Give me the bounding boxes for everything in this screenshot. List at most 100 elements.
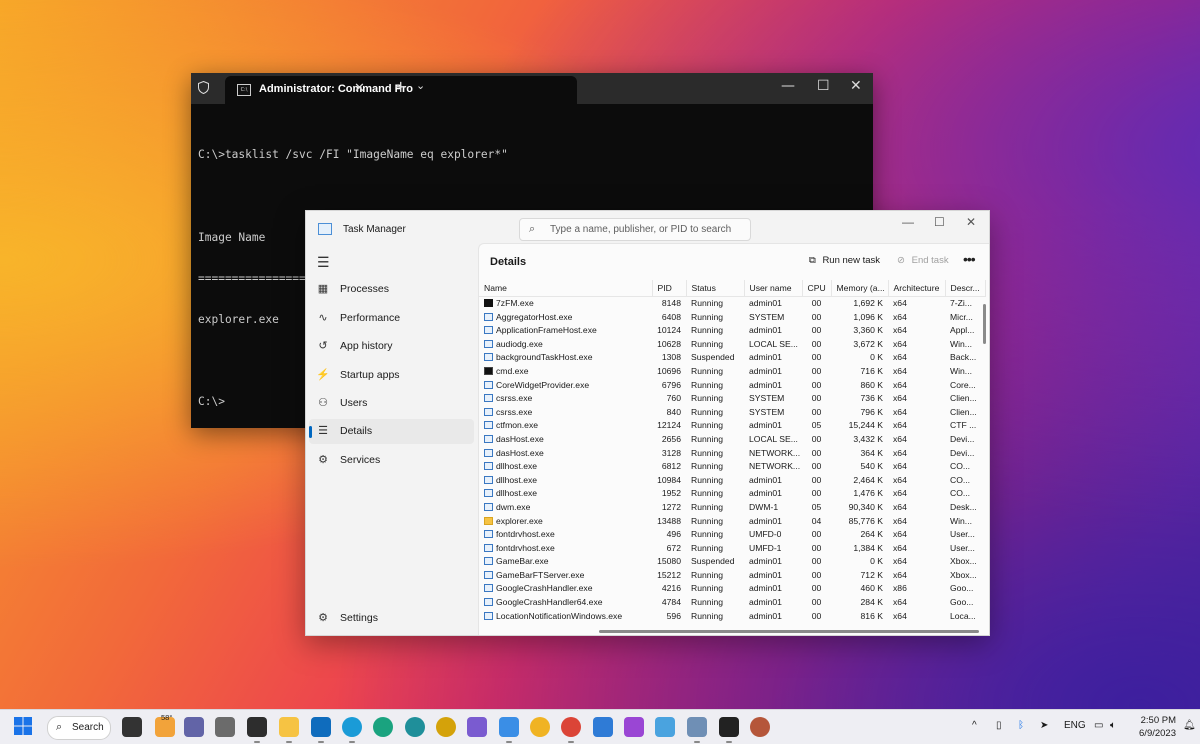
file-explorer-icon[interactable] — [279, 717, 299, 737]
chrome-canary-icon[interactable] — [530, 717, 550, 737]
table-row[interactable]: dasHost.exe2656RunningLOCAL SE...003,432… — [479, 433, 985, 447]
column-header-name[interactable]: ^Name — [479, 280, 652, 297]
location-icon[interactable]: ➤ — [1040, 720, 1048, 731]
maximize-button[interactable]: ☐ — [934, 215, 945, 229]
table-row[interactable]: GameBarFTServer.exe15212Runningadmin0100… — [479, 569, 985, 583]
bluetooth-icon[interactable]: ᛒ — [1018, 720, 1024, 731]
run-new-task-button[interactable]: ⧉ Run new task — [809, 255, 880, 266]
process-icon — [484, 449, 493, 457]
column-header-cpu[interactable]: CPU — [802, 280, 831, 297]
column-header-pid[interactable]: PID — [652, 280, 686, 297]
hamburger-menu-icon[interactable]: ☰ — [317, 254, 330, 271]
nav-startup-apps[interactable]: ⚡ Startup apps — [309, 363, 474, 388]
cell-status: Running — [686, 419, 744, 433]
task-manager-window[interactable]: Task Manager ⌕ — ☐ ✕ ☰ ▦ Processes ∿ Per… — [305, 210, 990, 636]
close-tab-icon[interactable]: ✕ — [354, 81, 365, 96]
minimize-button[interactable]: — — [902, 215, 914, 229]
column-header-status[interactable]: Status — [686, 280, 744, 297]
start-button[interactable] — [14, 717, 34, 737]
table-row[interactable]: ApplicationFrameHost.exe10124Runningadmi… — [479, 324, 985, 338]
search-input[interactable] — [550, 222, 745, 236]
notification-bell-icon[interactable]: 🔔︎ — [1183, 720, 1196, 731]
edge-dev-icon[interactable] — [405, 717, 425, 737]
chrome-icon[interactable] — [561, 717, 581, 737]
table-row[interactable]: AggregatorHost.exe6408RunningSYSTEM001,0… — [479, 311, 985, 325]
table-row[interactable]: LocationNotificationWindows.exe596Runnin… — [479, 610, 985, 624]
control-panel-icon[interactable] — [687, 717, 707, 737]
terminal-titlebar[interactable]: C:\ Administrator: Command Pro ✕ + ⌄ — ☐… — [191, 73, 873, 104]
end-task-button[interactable]: ⊘ End task — [897, 255, 949, 266]
table-row[interactable]: ctfmon.exe12124Runningadmin010515,244 Kx… — [479, 419, 985, 433]
column-header-architecture[interactable]: Architecture — [888, 280, 945, 297]
store-icon[interactable] — [593, 717, 613, 737]
taskbar-search-button[interactable]: ⌕ Search — [47, 716, 111, 740]
cell-user: NETWORK... — [744, 447, 802, 461]
close-button[interactable]: ✕ — [850, 78, 862, 94]
task-view-icon[interactable] — [122, 717, 142, 737]
table-row[interactable]: backgroundTaskHost.exe1308Suspendedadmin… — [479, 351, 985, 365]
table-row[interactable]: csrss.exe840RunningSYSTEM00796 Kx64Clien… — [479, 406, 985, 420]
table-row[interactable]: CoreWidgetProvider.exe6796Runningadmin01… — [479, 379, 985, 393]
edge-icon[interactable] — [342, 717, 362, 737]
maximize-button[interactable]: ☐ — [817, 78, 830, 94]
table-row[interactable]: dllhost.exe6812RunningNETWORK...00540 Kx… — [479, 460, 985, 474]
edge-canary-icon[interactable] — [436, 717, 456, 737]
system-clock[interactable]: 2:50 PM 6/9/2023 — [1136, 714, 1176, 740]
table-row[interactable]: dllhost.exe10984Runningadmin01002,464 Kx… — [479, 474, 985, 488]
table-row[interactable]: dasHost.exe3128RunningNETWORK...00364 Kx… — [479, 447, 985, 461]
table-row[interactable]: GoogleCrashHandler.exe4216Runningadmin01… — [479, 582, 985, 596]
show-hidden-icons-chevron[interactable]: ^ — [972, 720, 977, 731]
clock-app-icon[interactable] — [750, 717, 770, 737]
table-row[interactable]: fontdrvhost.exe496RunningUMFD-000264 Kx6… — [479, 528, 985, 542]
cell-status: Running — [686, 406, 744, 420]
teams-chat-icon[interactable] — [184, 717, 204, 737]
sevenzip-icon[interactable] — [719, 717, 739, 737]
minimize-button[interactable]: — — [781, 78, 795, 94]
nav-users[interactable]: ⚇ Users — [309, 391, 474, 416]
photos-app-icon[interactable] — [655, 717, 675, 737]
snipping-tool-icon[interactable] — [467, 717, 487, 737]
table-row[interactable]: 7zFM.exe8148Runningadmin01001,692 Kx647-… — [479, 297, 985, 311]
more-options-button[interactable]: ••• — [963, 251, 975, 267]
nav-app-history[interactable]: ↺ App history — [309, 334, 474, 359]
language-indicator[interactable]: ENG — [1064, 720, 1086, 731]
nav-services[interactable]: ⚙ Services — [309, 448, 474, 473]
settings-app-icon[interactable] — [215, 717, 235, 737]
cell-pid: 10628 — [652, 338, 686, 352]
vertical-scrollbar[interactable] — [983, 304, 986, 344]
table-row[interactable]: GoogleCrashHandler64.exe4784Runningadmin… — [479, 596, 985, 610]
table-row[interactable]: GameBar.exe15080Suspendedadmin01000 Kx64… — [479, 555, 985, 569]
notepad-icon[interactable] — [499, 717, 519, 737]
nav-processes[interactable]: ▦ Processes — [309, 277, 474, 302]
nav-settings[interactable]: ⚙ Settings — [309, 606, 474, 631]
terminal-app-icon[interactable] — [247, 717, 267, 737]
horizontal-scrollbar[interactable] — [599, 630, 979, 633]
column-header-user-name[interactable]: User name — [744, 280, 802, 297]
network-icon[interactable]: ▭ — [1094, 720, 1103, 731]
cell-desc: Goo... — [945, 582, 985, 596]
nav-performance[interactable]: ∿ Performance — [309, 306, 474, 331]
volume-icon[interactable]: 🔈︎ — [1110, 720, 1116, 731]
tab-dropdown-button[interactable]: ⌄ — [416, 79, 425, 92]
process-icon — [484, 299, 493, 307]
nav-details[interactable]: ☰ Details — [309, 419, 474, 444]
column-header-description[interactable]: Descr... — [945, 280, 985, 297]
table-row[interactable]: dllhost.exe1952Runningadmin01001,476 Kx6… — [479, 487, 985, 501]
cell-pid: 1952 — [652, 487, 686, 501]
outlook-icon[interactable] — [311, 717, 331, 737]
search-box[interactable]: ⌕ — [519, 218, 751, 241]
usb-icon[interactable]: ▯ — [996, 720, 1002, 731]
cell-memory: 0 K — [831, 555, 888, 569]
feather-app-icon[interactable] — [624, 717, 644, 737]
process-details-table[interactable]: ^Name PID Status User name CPU Memory (a… — [479, 280, 986, 623]
column-header-memory[interactable]: Memory (a... — [831, 280, 888, 297]
close-button[interactable]: ✕ — [966, 215, 976, 229]
table-row[interactable]: explorer.exe13488Runningadmin010485,776 … — [479, 515, 985, 529]
new-tab-button[interactable]: + — [394, 77, 407, 96]
table-row[interactable]: csrss.exe760RunningSYSTEM00736 Kx64Clien… — [479, 392, 985, 406]
table-row[interactable]: dwm.exe1272RunningDWM-10590,340 Kx64Desk… — [479, 501, 985, 515]
table-row[interactable]: fontdrvhost.exe672RunningUMFD-1001,384 K… — [479, 542, 985, 556]
edge-beta-icon[interactable] — [373, 717, 393, 737]
table-row[interactable]: cmd.exe10696Runningadmin0100716 Kx64Win.… — [479, 365, 985, 379]
table-row[interactable]: audiodg.exe10628RunningLOCAL SE...003,67… — [479, 338, 985, 352]
